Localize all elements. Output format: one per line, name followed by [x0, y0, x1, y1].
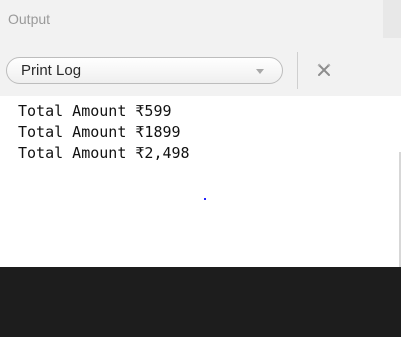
- toolbar-separator: [297, 52, 298, 89]
- output-toolbar: Print Log: [0, 42, 401, 96]
- console-line: Total Amount ₹1899: [18, 123, 181, 141]
- cursor-dot: [204, 198, 206, 200]
- dark-bottom-area: [0, 267, 401, 337]
- clear-icon: [317, 63, 331, 76]
- console-line: Total Amount ₹599: [18, 102, 172, 120]
- panel-title: Output: [8, 11, 51, 27]
- console-output: Total Amount ₹599 Total Amount ₹1899 Tot…: [0, 96, 401, 267]
- clear-log-button[interactable]: [312, 58, 336, 82]
- header-corner-control[interactable]: [383, 0, 401, 38]
- output-panel-header: Output: [0, 0, 401, 42]
- console-line: Total Amount ₹2,498: [18, 144, 190, 162]
- log-select-dropdown[interactable]: Print Log: [6, 57, 283, 84]
- chevron-down-icon: [256, 69, 264, 74]
- selected-log-label: Print Log: [21, 62, 82, 79]
